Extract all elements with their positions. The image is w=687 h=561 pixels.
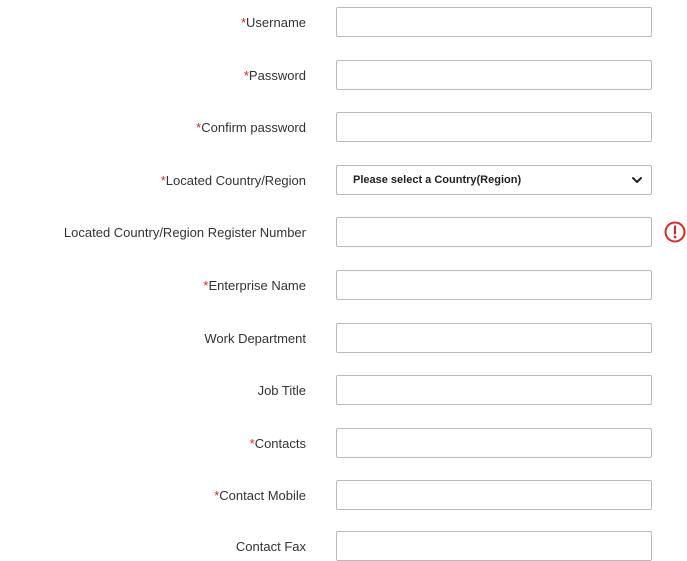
form-row-password: *Password [0, 60, 687, 92]
form-row-contacts: *Contacts [0, 428, 687, 460]
registration-form: *Username *Password *Confirm password *L… [0, 0, 687, 561]
contact-fax-label: Contact Fax [235, 539, 306, 554]
form-row-country-region: *Located Country/Region Please select a … [0, 165, 687, 197]
contact-mobile-label-text: Contact Mobile [219, 488, 306, 503]
password-input[interactable] [336, 60, 652, 90]
password-label: *Password [244, 60, 306, 92]
enterprise-name-input[interactable] [336, 270, 652, 300]
contacts-label: *Contacts [250, 428, 306, 460]
form-row-enterprise-name: *Enterprise Name [0, 270, 687, 302]
country-region-label-text: Located Country/Region [165, 173, 306, 188]
contacts-label-text: Contacts [254, 436, 306, 451]
form-row-work-department: Work Department [0, 323, 687, 355]
contact-mobile-label: *Contact Mobile [214, 480, 306, 512]
job-title-input[interactable] [336, 375, 652, 405]
form-row-contact-mobile: *Contact Mobile [0, 480, 687, 512]
enterprise-name-label: *Enterprise Name [203, 270, 306, 302]
confirm-password-label-text: Confirm password [201, 120, 306, 135]
work-department-label: Work Department [204, 331, 306, 346]
register-number-input[interactable] [336, 217, 652, 247]
contacts-input[interactable] [336, 428, 652, 458]
username-input[interactable] [336, 7, 652, 37]
country-region-label: *Located Country/Region [161, 165, 306, 197]
contact-fax-input[interactable] [336, 531, 652, 561]
form-row-username: *Username [0, 7, 687, 39]
country-region-selected-value: Please select a Country(Region) [353, 174, 522, 186]
form-row-confirm-password: *Confirm password [0, 112, 687, 144]
confirm-password-label: *Confirm password [196, 112, 306, 144]
enterprise-name-label-text: Enterprise Name [208, 278, 306, 293]
register-number-label: Located Country/Region Register Number [63, 225, 306, 240]
contact-mobile-input[interactable] [336, 480, 652, 510]
form-row-job-title: Job Title [0, 375, 687, 407]
form-row-contact-fax: Contact Fax [0, 531, 687, 561]
username-label-text: Username [246, 15, 306, 30]
form-row-register-number: Located Country/Region Register Number [0, 217, 687, 249]
country-region-select[interactable]: Please select a Country(Region) [336, 165, 652, 195]
confirm-password-input[interactable] [336, 112, 652, 142]
work-department-input[interactable] [336, 323, 652, 353]
password-label-text: Password [248, 68, 306, 83]
job-title-label: Job Title [257, 383, 306, 398]
exclamation-circle-icon [664, 221, 686, 243]
username-label: *Username [241, 7, 306, 39]
chevron-down-icon [632, 177, 642, 183]
